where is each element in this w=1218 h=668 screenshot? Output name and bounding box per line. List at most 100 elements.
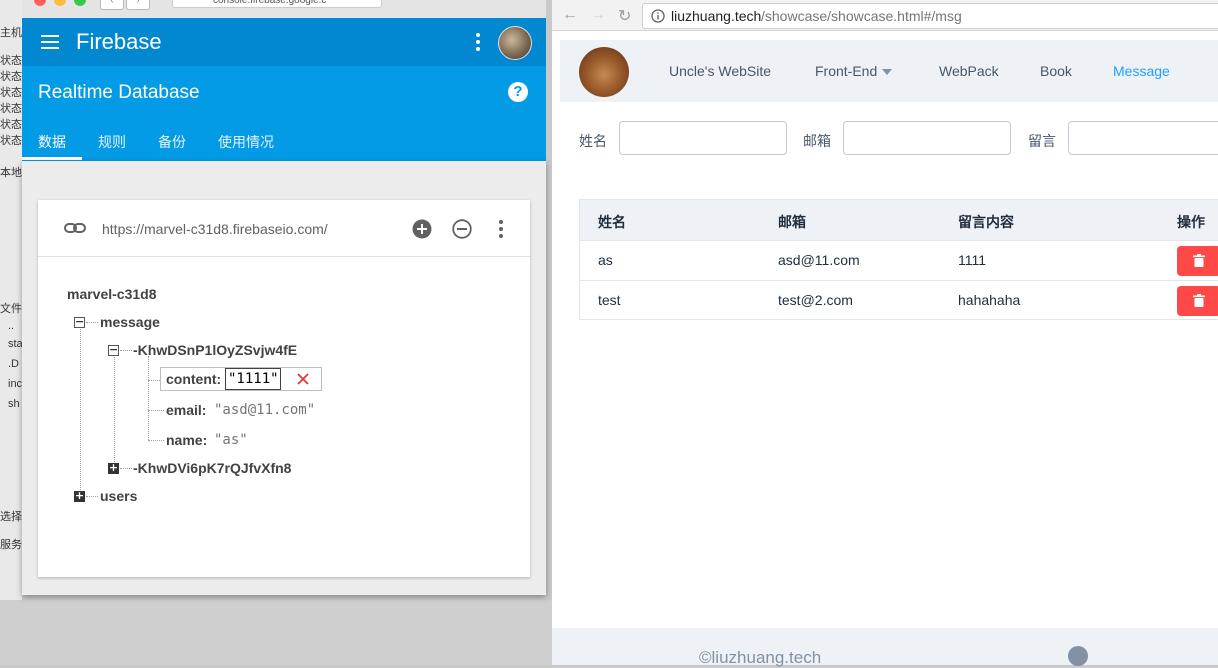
back-button[interactable]: ‹ — [100, 0, 124, 10]
table-row: as asd@11.com 1111 — [580, 240, 1218, 281]
tab-usage[interactable]: 使用情况 — [218, 132, 274, 152]
caret-down-icon — [882, 69, 893, 76]
message-label: 留言 — [1028, 133, 1056, 149]
tree-root[interactable]: marvel-c31d8 — [67, 286, 157, 302]
more-vert-icon[interactable] — [496, 218, 506, 240]
tree-node-users[interactable]: users — [100, 488, 137, 504]
table-header: 姓名 邮箱 留言内容 操作 — [580, 200, 1218, 241]
email-input[interactable] — [843, 121, 1011, 155]
collapse-icon[interactable]: − — [74, 316, 85, 328]
delete-button[interactable] — [1177, 246, 1218, 276]
background-text: 本地 — [0, 167, 22, 179]
nav-item-website[interactable]: Uncle's WebSite — [669, 63, 771, 79]
forward-arrow-icon[interactable]: → — [590, 6, 606, 24]
zoom-window-icon[interactable] — [74, 0, 86, 6]
tab-data[interactable]: 数据 — [38, 132, 66, 152]
name-input[interactable] — [619, 121, 787, 155]
back-arrow-icon[interactable]: ← — [562, 6, 578, 24]
nav-item-frontend[interactable]: Front-End — [815, 63, 893, 79]
trash-icon — [1193, 294, 1205, 307]
firebase-app-bar: Firebase — [22, 18, 546, 66]
reload-icon[interactable]: ↻ — [618, 6, 631, 26]
user-avatar[interactable] — [498, 26, 532, 60]
tree-line — [114, 350, 115, 468]
tree-line — [86, 496, 98, 497]
database-card: https://marvel-c31d8.firebaseio.com/ mar… — [38, 200, 530, 577]
column-header: 姓名 — [598, 214, 626, 230]
nav-item-webpack[interactable]: WebPack — [939, 63, 999, 79]
column-header: 邮箱 — [778, 214, 806, 230]
nav-item-book[interactable]: Book — [1040, 63, 1072, 79]
value-edit-input[interactable]: "1111" — [225, 368, 281, 390]
forward-button[interactable]: › — [126, 0, 150, 10]
background-text: 状态: — [0, 119, 22, 131]
site-avatar[interactable] — [579, 47, 629, 97]
message-input[interactable] — [1068, 121, 1218, 155]
close-window-icon[interactable] — [34, 0, 46, 6]
info-icon[interactable] — [651, 9, 665, 23]
background-text: 文件名 — [0, 303, 22, 315]
background-text: 状态: — [0, 103, 22, 115]
close-icon[interactable] — [296, 372, 310, 386]
field-value[interactable]: "asd@11.com" — [214, 402, 315, 418]
cell-name: test — [598, 292, 621, 308]
trash-icon — [1193, 254, 1205, 267]
url-path: /showcase/showcase.html#/msg — [761, 8, 962, 24]
email-label: 邮箱 — [803, 133, 831, 149]
name-label: 姓名 — [579, 133, 607, 149]
browser-toolbar: ← → ↻ liuzhuang.tech /showcase/showcase.… — [552, 0, 1218, 31]
tree-line — [148, 410, 164, 411]
browser-window: ← → ↻ liuzhuang.tech /showcase/showcase.… — [552, 0, 1218, 667]
tree-line — [148, 356, 149, 440]
background-text: 状态: — [0, 135, 22, 147]
github-icon[interactable] — [1068, 646, 1088, 666]
database-header: Realtime Database ? 数据 规则 备份 使用情况 — [22, 66, 546, 161]
tree-line — [148, 440, 164, 441]
help-icon[interactable]: ? — [508, 82, 528, 102]
nav-item-message[interactable]: Message — [1113, 63, 1170, 79]
tree-line — [148, 380, 160, 381]
address-bar[interactable]: liuzhuang.tech /showcase/showcase.html#/… — [642, 3, 1218, 29]
firebase-window-chrome: ‹ › console.firebase.google.c — [22, 0, 546, 19]
background-text: 状态: — [0, 71, 22, 83]
table-row: test test@2.com hahahaha — [580, 280, 1218, 320]
field-value[interactable]: "as" — [214, 432, 248, 448]
message-table: 姓名 邮箱 留言内容 操作 as asd@11.com 1111 test te… — [579, 199, 1218, 320]
tree-line — [86, 322, 98, 323]
remove-circle-icon[interactable] — [452, 219, 472, 239]
database-url: https://marvel-c31d8.firebaseio.com/ — [102, 221, 328, 237]
tree-line — [80, 322, 81, 496]
background-text: 状态: — [0, 87, 22, 99]
field-key: name: — [166, 432, 208, 448]
hamburger-menu-icon[interactable] — [40, 32, 60, 52]
cell-content: hahahaha — [958, 292, 1021, 308]
copyright-text: ©liuzhuang.tech — [699, 648, 822, 667]
page-title: Realtime Database — [38, 82, 200, 103]
add-circle-icon[interactable] — [412, 219, 432, 239]
background-app-strip: 主机( 状态: 状态: 状态: 状态: 状态: 状态: 本地 文件名 .. st… — [0, 0, 23, 665]
more-vert-icon[interactable] — [472, 30, 484, 54]
tree-node-entry[interactable]: -KhwDVi6pK7rQJfvXfn8 — [133, 460, 291, 476]
firebase-address-bar[interactable]: console.firebase.google.c — [172, 0, 382, 8]
cell-name: as — [598, 252, 613, 268]
background-text: 服务器 — [0, 539, 22, 551]
background-text: 选择了 — [0, 511, 22, 523]
site-footer: ©liuzhuang.tech — [552, 628, 1218, 667]
app-title: Firebase — [76, 29, 162, 54]
site-navbar: Uncle's WebSite Front-End WebPack Book M… — [560, 40, 1218, 102]
tree-node-entry[interactable]: -KhwDSnP1lOyZSvjw4fE — [133, 342, 297, 358]
tree-line — [120, 350, 132, 351]
expand-icon[interactable]: + — [108, 462, 119, 474]
field-key: content: — [166, 371, 222, 387]
expand-icon[interactable]: + — [74, 490, 85, 502]
tab-backups[interactable]: 备份 — [158, 132, 186, 152]
cell-email: asd@11.com — [778, 252, 860, 268]
tab-rules[interactable]: 规则 — [98, 132, 126, 152]
delete-button[interactable] — [1177, 286, 1218, 316]
minimize-window-icon[interactable] — [54, 0, 66, 6]
cell-email: test@2.com — [778, 292, 853, 308]
tree-node-message[interactable]: message — [100, 314, 160, 330]
collapse-icon[interactable]: − — [108, 344, 119, 356]
cell-content: 1111 — [958, 252, 987, 268]
column-header: 留言内容 — [958, 214, 1014, 230]
